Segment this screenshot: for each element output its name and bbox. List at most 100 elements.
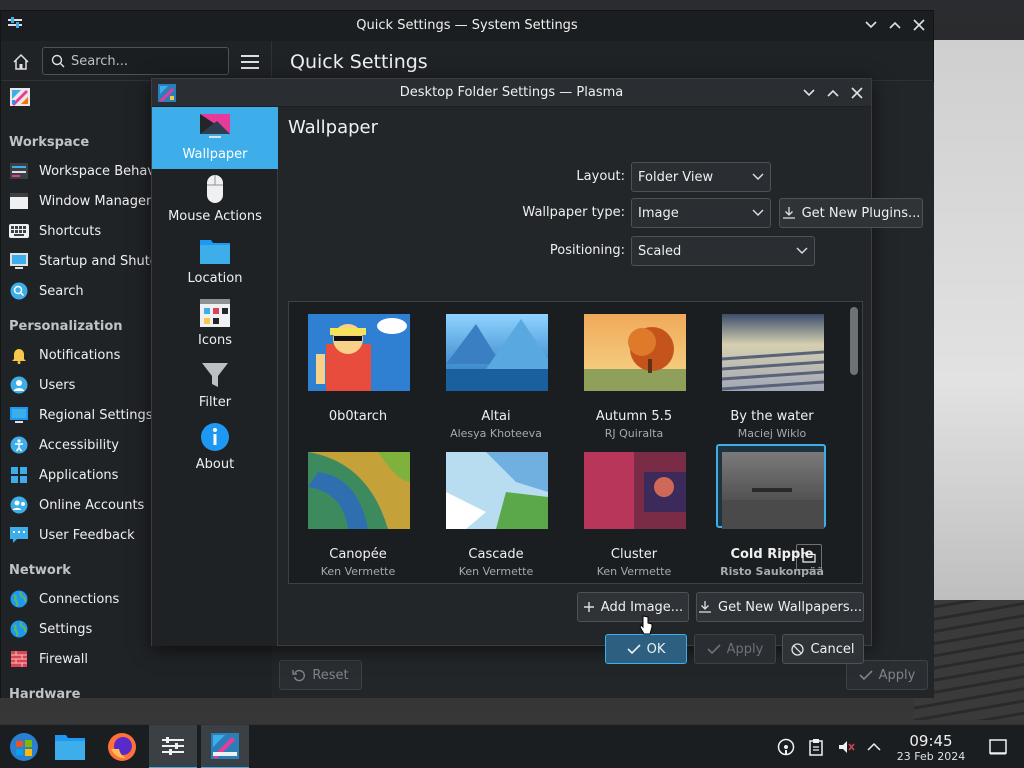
wallpaper-thumbnail-altai	[446, 314, 548, 391]
home-icon[interactable]	[11, 52, 31, 72]
search-input[interactable]	[71, 53, 221, 69]
download-icon	[699, 601, 711, 613]
sidebar-item-label: Settings	[39, 621, 93, 637]
close-button[interactable]	[911, 16, 927, 34]
wallpaper-tile[interactable]: Canopée Ken Vermette	[302, 444, 414, 578]
chevron-up-icon[interactable]	[865, 738, 883, 756]
category-label: About	[195, 457, 235, 472]
wallpaper-name: Autumn 5.5	[595, 409, 673, 424]
hamburger-menu-icon[interactable]	[241, 55, 259, 69]
reset-button[interactable]: Reset	[279, 660, 362, 690]
wallpaper-type-combobox[interactable]: Image	[631, 198, 771, 228]
dialog-close-button[interactable]	[849, 84, 865, 102]
ok-button[interactable]: OK	[605, 634, 687, 664]
wallpaper-grid[interactable]: 0b0tarch Altai Alesya Khoteeva Autumn 5.…	[288, 301, 863, 584]
chevron-down-icon	[752, 173, 764, 180]
category-location[interactable]: Location	[152, 231, 278, 293]
category-about[interactable]: About	[152, 417, 278, 479]
system-settings-titlebar[interactable]: Quick Settings — System Settings	[1, 11, 933, 41]
digital-clock[interactable]: 09:45 23 Feb 2024	[886, 732, 976, 763]
layout-value: Folder View	[638, 169, 714, 185]
category-wallpaper[interactable]: Wallpaper	[152, 107, 278, 169]
wallpaper-name: 0b0tarch	[328, 409, 388, 424]
firefox-icon	[108, 733, 136, 761]
wallpaper-thumbnail-cold-ripple	[722, 452, 824, 529]
wallpaper-tile[interactable]: Cascade Ken Vermette	[440, 444, 552, 578]
grid-scrollbar[interactable]	[850, 307, 858, 375]
wallpaper-thumbnail-canopee	[308, 452, 410, 529]
icons-icon	[200, 299, 230, 327]
keyboard-icon	[9, 221, 29, 241]
sidebar-item-label: Online Accounts	[39, 497, 145, 513]
section-network: Network	[9, 563, 71, 578]
folder-icon	[55, 735, 85, 760]
apply-label: Apply	[878, 667, 916, 683]
layout-combobox[interactable]: Folder View	[631, 162, 771, 192]
accessibility-icon	[9, 435, 29, 455]
wallpaper-type-value: Image	[638, 205, 679, 221]
chevron-down-icon	[796, 247, 808, 254]
dialog-title: Desktop Folder Settings — Plasma	[399, 85, 624, 100]
dialog-minimize-button[interactable]	[801, 84, 817, 102]
show-desktop-icon[interactable]	[989, 738, 1007, 756]
apply-button[interactable]: Apply	[846, 660, 928, 690]
wallpaper-author: Risto Saukonpää	[720, 565, 824, 578]
apply-label: Apply	[726, 641, 764, 657]
get-new-plugins-button[interactable]: Get New Plugins...	[779, 198, 923, 228]
add-image-button[interactable]: Add Image...	[577, 592, 689, 622]
wallpaper-tile-selected[interactable]: Cold Ripple Risto Saukonpää	[716, 444, 828, 578]
cancel-button[interactable]: Cancel	[782, 634, 864, 664]
wallpaper-tile[interactable]: By the water Maciej Wiklo	[716, 306, 828, 440]
dialog-titlebar[interactable]: Desktop Folder Settings — Plasma	[152, 79, 871, 107]
sidebar-item-label: User Feedback	[39, 527, 135, 543]
wallpaper-tile[interactable]: Cluster Ken Vermette	[578, 444, 690, 578]
dialog-apply-button[interactable]: Apply	[694, 634, 776, 664]
filter-icon	[202, 363, 228, 387]
wallpaper-icon	[200, 114, 230, 138]
wallpaper-author: Alesya Khoteeva	[450, 427, 542, 440]
sidebar-item-label: Window Managem	[39, 193, 159, 209]
sidebar-item-firewall[interactable]: Firewall	[1, 645, 271, 673]
wallpaper-tile[interactable]: Altai Alesya Khoteeva	[440, 306, 552, 440]
category-mouse-actions[interactable]: Mouse Actions	[152, 169, 278, 231]
get-new-wallpapers-button[interactable]: Get New Wallpapers...	[696, 592, 864, 622]
user-feedback-icon	[9, 525, 29, 545]
volume-muted-icon[interactable]	[837, 738, 855, 756]
minimize-button[interactable]	[863, 16, 879, 34]
reset-label: Reset	[312, 667, 349, 683]
application-launcher[interactable]	[0, 725, 48, 768]
search-field[interactable]	[42, 47, 229, 75]
clipboard-icon[interactable]	[807, 738, 825, 756]
workspace-behavior-icon	[9, 161, 29, 181]
taskbar-plasma-settings[interactable]	[201, 725, 249, 768]
wallpaper-tile[interactable]: Autumn 5.5 RJ Quiralta	[578, 306, 690, 440]
reset-icon	[292, 669, 306, 682]
taskbar-system-settings[interactable]	[149, 725, 197, 768]
category-icons[interactable]: Icons	[152, 293, 278, 355]
maximize-button[interactable]	[887, 16, 903, 34]
plasma-colors-icon[interactable]	[9, 87, 31, 107]
wallpaper-settings-panel: Wallpaper Layout: Folder View Wallpaper …	[279, 107, 923, 664]
globe-icon	[9, 619, 29, 639]
category-filter[interactable]: Filter	[152, 355, 278, 417]
taskbar-firefox[interactable]	[98, 725, 146, 768]
taskbar: 09:45 23 Feb 2024	[0, 724, 1024, 768]
sidebar-item-label: Search	[39, 283, 84, 299]
wallpaper-thumbnail-by-the-water	[722, 314, 824, 391]
mouse-icon	[207, 175, 223, 203]
wallpaper-tile[interactable]: 0b0tarch	[302, 306, 414, 438]
wallpaper-name: Canopée	[329, 547, 387, 562]
firewall-icon	[9, 649, 29, 669]
network-icon[interactable]	[777, 738, 795, 756]
regional-settings-icon	[9, 405, 29, 425]
section-workspace: Workspace	[9, 135, 90, 150]
bell-icon	[9, 345, 29, 365]
taskbar-file-manager[interactable]	[46, 725, 94, 768]
wallpaper-type-label: Wallpaper type:	[522, 205, 625, 220]
category-label: Mouse Actions	[168, 209, 262, 224]
positioning-combobox[interactable]: Scaled	[631, 236, 815, 266]
get-new-wallpapers-label: Get New Wallpapers...	[718, 599, 862, 615]
search-icon	[9, 281, 29, 301]
wallpaper-author: Maciej Wiklo	[737, 427, 807, 440]
dialog-maximize-button[interactable]	[825, 84, 841, 102]
